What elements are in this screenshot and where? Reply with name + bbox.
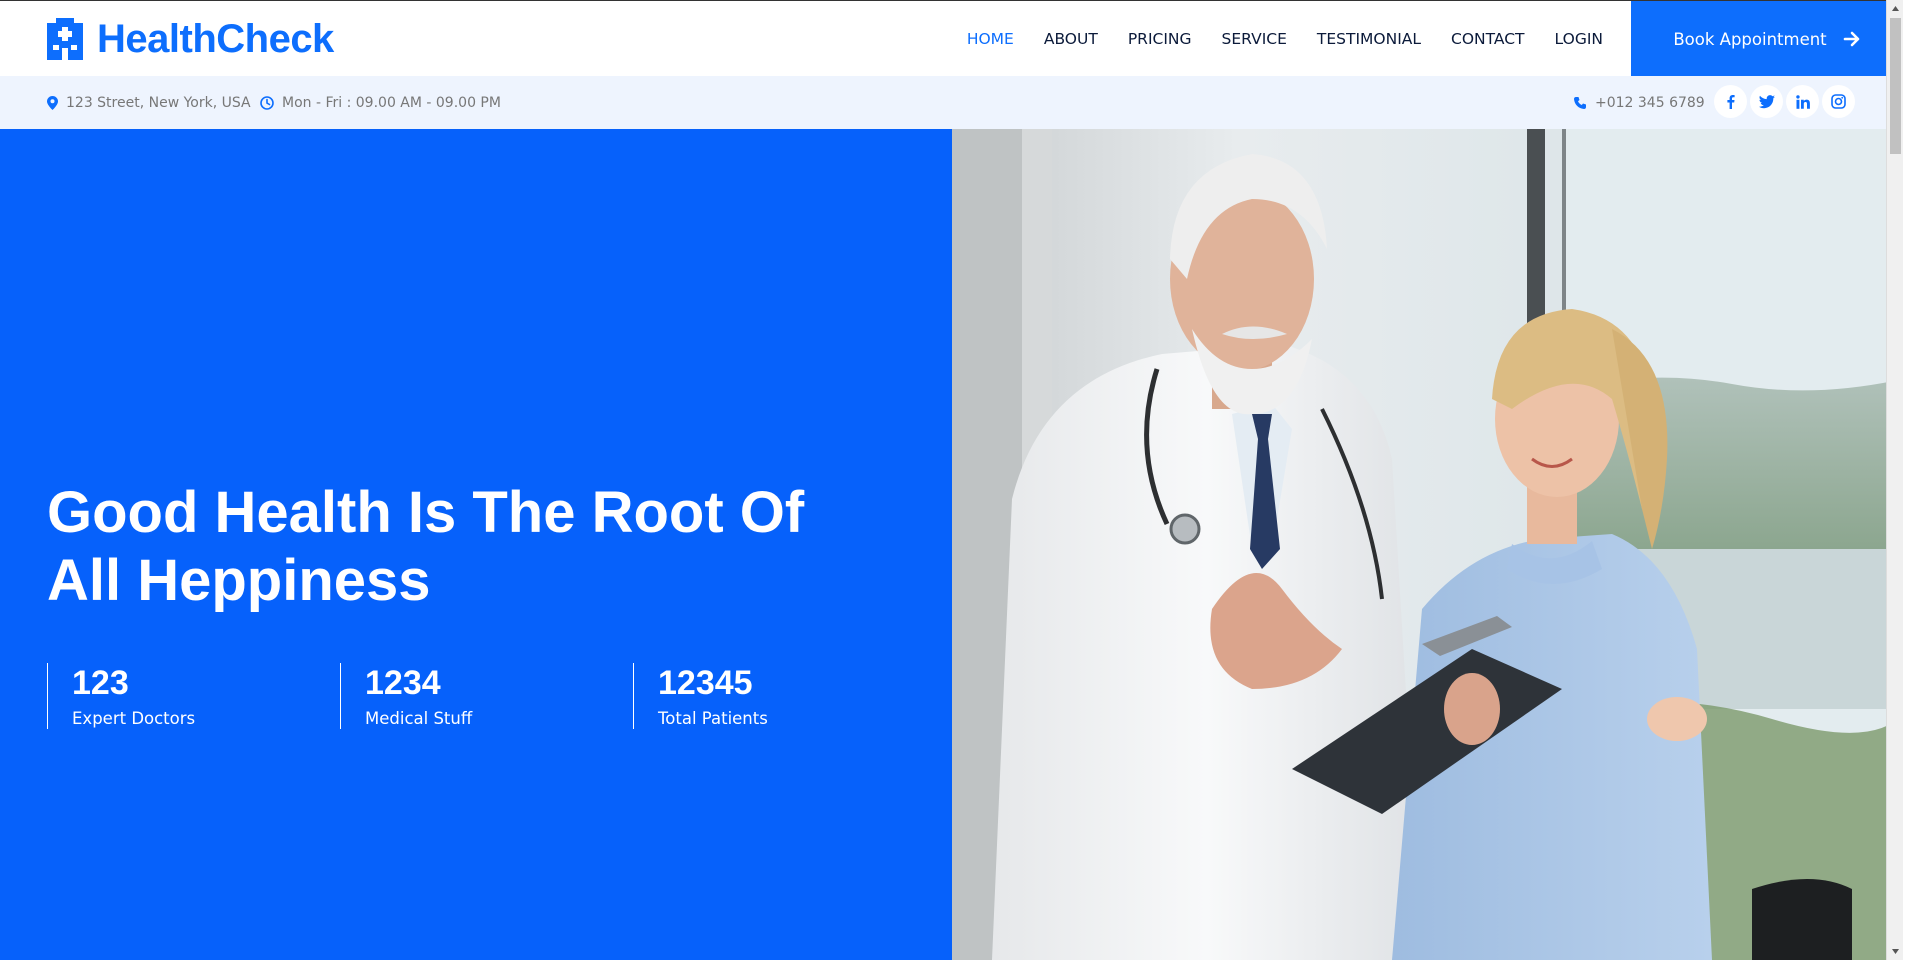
caret-up-icon <box>1892 6 1899 11</box>
scroll-thumb[interactable] <box>1890 18 1901 154</box>
phone-info: +012 345 6789 <box>1573 76 1705 129</box>
twitter-link[interactable] <box>1750 85 1783 118</box>
hero-title: Good Health Is The Root Of All Heppiness <box>47 480 805 613</box>
linkedin-icon <box>1795 94 1810 109</box>
book-appointment-button[interactable]: Book Appointment <box>1631 1 1903 77</box>
facebook-icon <box>1727 95 1735 109</box>
clock-icon <box>260 95 274 110</box>
nav-login[interactable]: LOGIN <box>1555 30 1603 48</box>
navbar: HealthCheck HOME ABOUT PRICING SERVICE T… <box>0 0 1903 77</box>
scroll-up-arrow[interactable] <box>1887 0 1903 17</box>
social-links <box>1711 85 1855 118</box>
brand-name: HealthCheck <box>97 16 334 61</box>
nav-testimonial[interactable]: TESTIMONIAL <box>1317 30 1421 48</box>
hours-info: Mon - Fri : 09.00 AM - 09.00 PM <box>260 76 501 129</box>
hero-section: Good Health Is The Root Of All Heppiness… <box>0 129 952 960</box>
address-text: 123 Street, New York, USA <box>66 94 251 111</box>
address-info: 123 Street, New York, USA <box>47 76 251 129</box>
page-scrollbar[interactable] <box>1886 0 1903 960</box>
arrow-right-icon <box>1843 31 1859 47</box>
hero-image <box>952 129 1903 960</box>
stat-value: 12345 <box>658 664 753 702</box>
stat-label: Expert Doctors <box>72 709 196 728</box>
stat-staff: 1234 Medical Stuff <box>340 663 633 729</box>
doctors-photo <box>952 129 1903 960</box>
hospital-icon <box>47 18 83 60</box>
instagram-icon <box>1831 94 1846 109</box>
caret-down-icon <box>1892 949 1899 954</box>
facebook-link[interactable] <box>1714 85 1747 118</box>
twitter-icon <box>1758 94 1775 108</box>
topbar: 123 Street, New York, USA Mon - Fri : 09… <box>0 76 1903 129</box>
main-nav: HOME ABOUT PRICING SERVICE TESTIMONIAL C… <box>937 1 1603 77</box>
nav-pricing[interactable]: PRICING <box>1128 30 1192 48</box>
phone-icon <box>1574 96 1586 109</box>
stat-label: Medical Stuff <box>365 709 473 728</box>
stat-doctors: 123 Expert Doctors <box>47 663 340 729</box>
phone-text: +012 345 6789 <box>1595 94 1705 111</box>
linkedin-link[interactable] <box>1786 85 1819 118</box>
stat-label: Total Patients <box>658 709 768 728</box>
nav-service[interactable]: SERVICE <box>1222 30 1287 48</box>
hours-text: Mon - Fri : 09.00 AM - 09.00 PM <box>282 94 501 111</box>
instagram-link[interactable] <box>1822 85 1855 118</box>
stat-value: 1234 <box>365 664 441 702</box>
map-marker-icon <box>47 95 58 110</box>
stats: 123 Expert Doctors 1234 Medical Stuff 12… <box>47 663 926 729</box>
nav-contact[interactable]: CONTACT <box>1451 30 1525 48</box>
stat-value: 123 <box>72 664 129 702</box>
brand-logo[interactable]: HealthCheck <box>47 15 334 63</box>
scroll-down-arrow[interactable] <box>1887 943 1903 960</box>
nav-about[interactable]: ABOUT <box>1044 30 1098 48</box>
book-appointment-label: Book Appointment <box>1673 29 1827 49</box>
stat-patients: 12345 Total Patients <box>633 663 926 729</box>
nav-home[interactable]: HOME <box>967 30 1014 48</box>
page: HealthCheck HOME ABOUT PRICING SERVICE T… <box>0 0 1903 960</box>
